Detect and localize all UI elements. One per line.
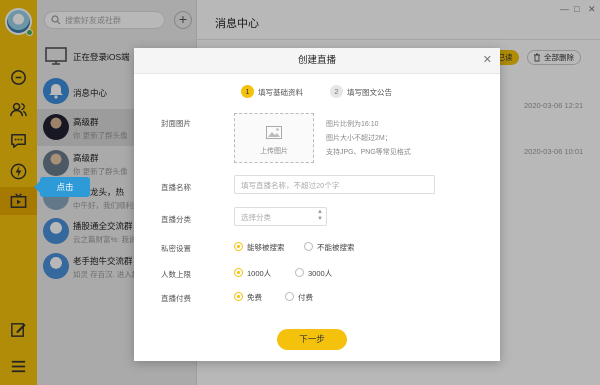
live-name-label: 直播名称 (161, 183, 191, 192)
radio-label: 1000人 (247, 269, 272, 278)
fee-label: 直播付费 (161, 294, 191, 303)
radio-checked (234, 292, 243, 301)
step-number: 2 (330, 85, 343, 98)
live-name-placeholder: 填写直播名称，不超过20个字 (241, 181, 340, 190)
radio-label: 免费 (247, 293, 262, 302)
category-placeholder: 选择分类 (241, 213, 271, 222)
click-tooltip: 点击 (34, 177, 90, 197)
category-label: 直播分类 (161, 215, 191, 224)
step-number: 1 (241, 85, 254, 98)
image-icon (266, 126, 282, 139)
dialog-title: 创建直播 (134, 48, 500, 74)
radio-checked (234, 268, 243, 277)
radio-label: 能够被搜索 (247, 243, 285, 252)
radio-label: 付费 (298, 293, 313, 302)
radio-label: 3000人 (308, 269, 333, 278)
create-live-dialog: 创建直播 ✕ 1 填写基础资料 2 填写图文公告 封面图片 上传图片 图片比例为… (134, 48, 500, 361)
upload-label: 上传图片 (260, 148, 288, 155)
close-icon[interactable]: ✕ (483, 54, 492, 66)
radio-label: 不能被搜索 (317, 243, 355, 252)
privacy-label: 私密设置 (161, 244, 191, 253)
cover-hint: 图片大小不超过2M； (326, 135, 392, 142)
cover-label: 封面图片 (161, 119, 191, 128)
next-step-button[interactable]: 下一步 (277, 329, 347, 350)
spinner-arrows-icon: ▲ ▼ (317, 209, 323, 222)
capacity-label: 人数上限 (161, 270, 191, 279)
radio-checked (234, 242, 243, 251)
radio-unchecked (295, 268, 304, 277)
cover-hint: 支持JPG、PNG等常见格式 (326, 149, 411, 156)
category-select[interactable]: 选择分类 ▲ ▼ (234, 207, 327, 226)
cover-upload-button[interactable]: 上传图片 (234, 113, 314, 163)
cover-hint: 图片比例为16:10 (326, 121, 379, 128)
live-name-input[interactable]: 填写直播名称，不超过20个字 (234, 175, 435, 194)
radio-unchecked (304, 242, 313, 251)
step-label: 填写图文公告 (347, 88, 392, 97)
step-label: 填写基础资料 (258, 88, 303, 97)
radio-unchecked (285, 292, 294, 301)
